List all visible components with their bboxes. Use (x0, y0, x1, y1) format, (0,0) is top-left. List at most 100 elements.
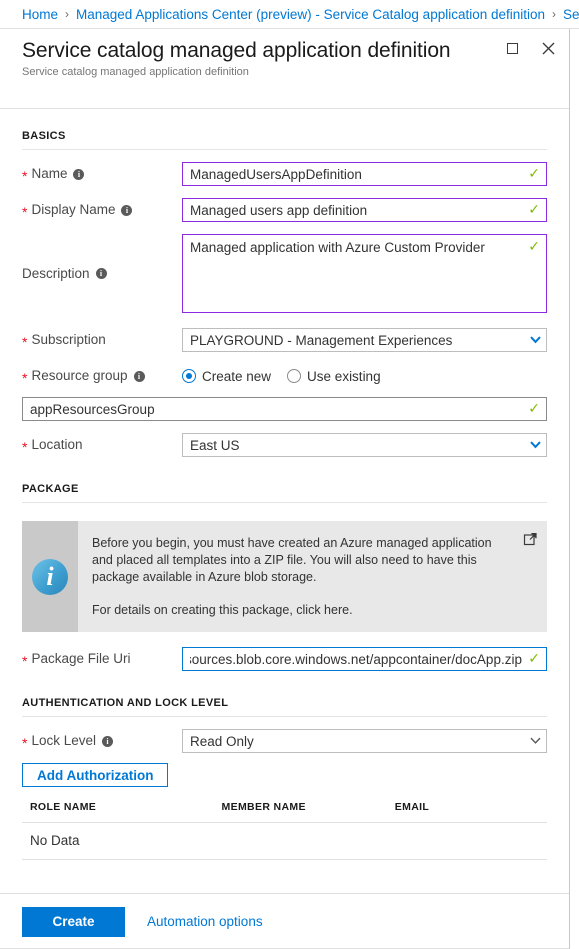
maximize-button[interactable] (501, 37, 523, 59)
label-lock-level: * Lock Level i (22, 729, 182, 753)
automation-options-link[interactable]: Automation options (147, 914, 263, 929)
radio-use-existing-label: Use existing (307, 368, 381, 384)
breadcrumb-item-home[interactable]: Home (22, 7, 58, 22)
field-row-resource-group: * Resource group i Create new Use existi… (22, 364, 547, 388)
radio-create-new-label: Create new (202, 368, 272, 384)
label-subscription-text: Subscription (31, 332, 106, 347)
control-package-file-uri: ✓ (182, 647, 547, 671)
resource-group-radio-group: Create new Use existing (182, 364, 547, 388)
breadcrumb-separator-icon: › (552, 7, 557, 21)
column-header-role-name: ROLE NAME (22, 801, 222, 823)
create-button[interactable]: Create (22, 906, 125, 937)
breadcrumb-item-current[interactable]: Serv (563, 7, 579, 22)
radio-use-existing[interactable]: Use existing (287, 369, 381, 384)
info-icon[interactable]: i (102, 735, 113, 747)
breadcrumb-item-managed-applications-center[interactable]: Managed Applications Center (preview) - … (76, 7, 545, 22)
callout-text: Before you begin, you must have created … (78, 521, 547, 632)
section-header-package: PACKAGE (22, 483, 79, 495)
column-header-email: EMAIL (394, 801, 547, 823)
window-controls (501, 37, 559, 59)
breadcrumb: Home › Managed Applications Center (prev… (0, 0, 579, 29)
label-name: * Name i (22, 162, 182, 186)
blade-container: Service catalog managed application defi… (0, 29, 570, 949)
open-in-new-window-icon[interactable] (523, 532, 537, 546)
info-icon[interactable]: i (133, 370, 145, 382)
label-subscription: * Subscription (22, 328, 182, 352)
label-location: * Location (22, 433, 182, 457)
info-icon: i (32, 558, 68, 595)
section-header-basics: BASICS (22, 130, 66, 142)
lock-level-value: Read Only (190, 733, 254, 749)
package-file-uri-input[interactable] (182, 647, 547, 671)
table-row: No Data (22, 822, 547, 860)
subscription-value: PLAYGROUND - Management Experiences (190, 332, 453, 348)
table-cell (221, 822, 395, 860)
required-marker: * (22, 204, 28, 220)
label-package-file-uri-text: Package File Uri (31, 651, 131, 666)
label-package-file-uri: * Package File Uri (22, 647, 182, 671)
label-resource-group: * Resource group i (22, 364, 182, 388)
table-empty-cell: No Data (22, 822, 222, 860)
subscription-dropdown[interactable]: PLAYGROUND - Management Experiences (182, 328, 547, 352)
field-row-location: * Location East US (22, 433, 547, 457)
label-description: Description i (22, 234, 182, 313)
field-row-subscription: * Subscription PLAYGROUND - Management E… (22, 328, 547, 352)
field-row-display-name: * Display Name i ✓ (22, 198, 547, 222)
radio-selected-icon (182, 369, 196, 383)
table-header-row: ROLE NAME MEMBER NAME EMAIL (22, 801, 547, 823)
chevron-down-icon (530, 336, 541, 345)
breadcrumb-separator-icon: › (65, 7, 70, 21)
required-marker: * (22, 653, 28, 669)
close-button[interactable] (537, 37, 559, 59)
label-name-text: Name (31, 166, 68, 181)
info-icon[interactable]: i (95, 268, 107, 279)
callout-paragraph-2: For details on creating this package, cl… (92, 603, 353, 617)
add-authorization-button[interactable]: Add Authorization (22, 763, 169, 787)
radio-unselected-icon (287, 369, 302, 383)
section-header-authentication: AUTHENTICATION AND LOCK LEVEL (22, 697, 229, 709)
table-cell (394, 822, 547, 860)
close-icon (542, 42, 554, 54)
location-dropdown[interactable]: East US (182, 433, 547, 457)
page-subtitle: Service catalog managed application defi… (22, 66, 249, 78)
required-marker: * (22, 168, 28, 184)
required-marker: * (22, 370, 28, 386)
description-textarea[interactable] (182, 234, 547, 313)
control-resource-group-mode: Create new Use existing (182, 364, 547, 388)
page-title: Service catalog managed application defi… (22, 39, 451, 62)
field-row-lock-level: * Lock Level i Read Only (22, 729, 547, 753)
label-location-text: Location (31, 437, 83, 452)
azure-portal-blade: Home › Managed Applications Center (prev… (0, 0, 579, 949)
info-icon[interactable]: i (121, 204, 133, 216)
control-subscription: PLAYGROUND - Management Experiences (182, 328, 547, 352)
required-marker: * (22, 735, 28, 751)
maximize-icon (506, 42, 518, 54)
label-lock-level-text: Lock Level (31, 733, 96, 748)
control-lock-level: Read Only (182, 729, 547, 753)
label-description-text: Description (22, 265, 90, 281)
radio-create-new[interactable]: Create new (182, 369, 271, 384)
required-marker: * (22, 334, 28, 350)
name-input[interactable] (182, 162, 547, 186)
display-name-input[interactable] (182, 198, 547, 222)
field-row-package-file-uri: * Package File Uri ✓ (22, 647, 547, 671)
form-body: BASICS * Name i ✓ * Display Name i (0, 109, 569, 923)
column-header-member-name: MEMBER NAME (221, 801, 395, 823)
location-value: East US (190, 437, 240, 453)
section-rule (22, 149, 547, 150)
field-row-description: Description i ✓ (22, 234, 547, 316)
control-resource-group-name: ✓ (22, 397, 547, 421)
label-display-name-text: Display Name (31, 202, 116, 217)
chevron-down-icon (530, 441, 541, 450)
authorization-table: ROLE NAME MEMBER NAME EMAIL No Data (22, 801, 547, 860)
package-info-callout: i Before you begin, you must have create… (22, 521, 547, 632)
info-icon[interactable]: i (73, 168, 85, 180)
section-rule (22, 716, 547, 717)
resource-group-name-input[interactable] (22, 397, 547, 421)
chevron-down-icon (530, 737, 541, 746)
callout-icon-bar: i (22, 521, 78, 632)
section-rule (22, 502, 547, 503)
lock-level-dropdown[interactable]: Read Only (182, 729, 547, 753)
callout-paragraph-1: Before you begin, you must have created … (92, 536, 492, 584)
control-display-name: ✓ (182, 198, 547, 222)
